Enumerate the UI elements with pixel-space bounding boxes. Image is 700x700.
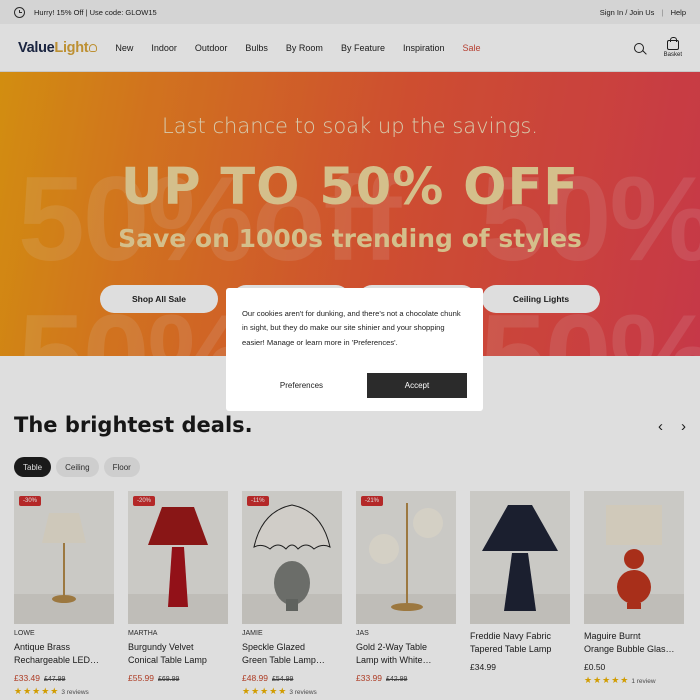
preferences-button[interactable]: Preferences bbox=[244, 381, 359, 390]
accept-button[interactable]: Accept bbox=[367, 373, 467, 398]
cookie-message: Our cookies aren't for dunking, and ther… bbox=[242, 309, 461, 347]
cookie-dialog: Our cookies aren't for dunking, and ther… bbox=[226, 288, 483, 411]
